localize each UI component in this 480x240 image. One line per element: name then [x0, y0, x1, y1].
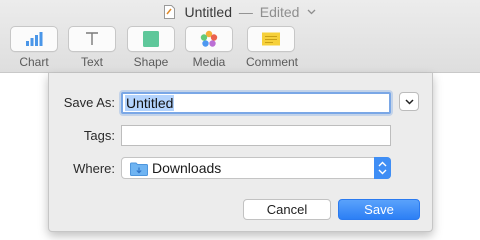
chart-label: Chart — [19, 55, 49, 69]
chevron-down-icon[interactable] — [307, 9, 316, 15]
media-tool[interactable]: Media — [184, 26, 234, 69]
pages-document-icon — [163, 5, 175, 19]
tags-field[interactable] — [121, 125, 391, 146]
bar-chart-icon — [26, 32, 43, 46]
shape-tool[interactable]: Shape — [126, 26, 176, 69]
save-as-label: Save As: — [63, 95, 115, 110]
chart-button[interactable] — [10, 26, 58, 52]
save-dialog-sheet: Save As: Untitled Tags: Where: Downloads… — [48, 73, 433, 232]
tags-label: Tags: — [83, 128, 115, 143]
text-button[interactable] — [68, 26, 116, 52]
comment-label: Comment — [246, 55, 299, 69]
where-value: Downloads — [152, 160, 222, 176]
title-separator: — — [238, 4, 253, 20]
expand-dialog-button[interactable] — [399, 92, 419, 111]
comment-tool[interactable]: Comment — [246, 26, 299, 69]
save-button[interactable]: Save — [338, 199, 420, 220]
document-title: Untitled — [184, 4, 232, 20]
up-down-chevron-icon — [378, 161, 387, 175]
where-stepper[interactable] — [374, 157, 391, 179]
text-label: Text — [80, 55, 103, 69]
square-shape-icon — [143, 31, 159, 47]
text-t-icon — [86, 32, 98, 45]
save-as-field[interactable]: Untitled — [121, 92, 391, 114]
toolbar: Chart Text Shape Media Comment — [0, 26, 480, 72]
cancel-button[interactable]: Cancel — [243, 199, 331, 220]
shape-label: Shape — [133, 55, 169, 69]
window-toolbar-area: Untitled — Edited Chart Text Shape Media… — [0, 0, 480, 73]
where-popup[interactable]: Downloads — [121, 157, 391, 179]
photos-flower-icon — [200, 30, 218, 47]
comment-note-icon — [262, 32, 280, 46]
save-as-value[interactable]: Untitled — [125, 95, 175, 111]
comment-button[interactable] — [247, 26, 295, 52]
media-button[interactable] — [185, 26, 233, 52]
folder-icon — [130, 162, 148, 176]
media-label: Media — [192, 55, 226, 69]
chart-tool[interactable]: Chart — [9, 26, 59, 69]
text-tool[interactable]: Text — [67, 26, 117, 69]
document-state: Edited — [259, 4, 300, 20]
chevron-down-icon — [405, 99, 414, 105]
shape-button[interactable] — [127, 26, 175, 52]
where-label: Where: — [73, 161, 115, 176]
window-title[interactable]: Untitled — Edited — [0, 3, 480, 21]
